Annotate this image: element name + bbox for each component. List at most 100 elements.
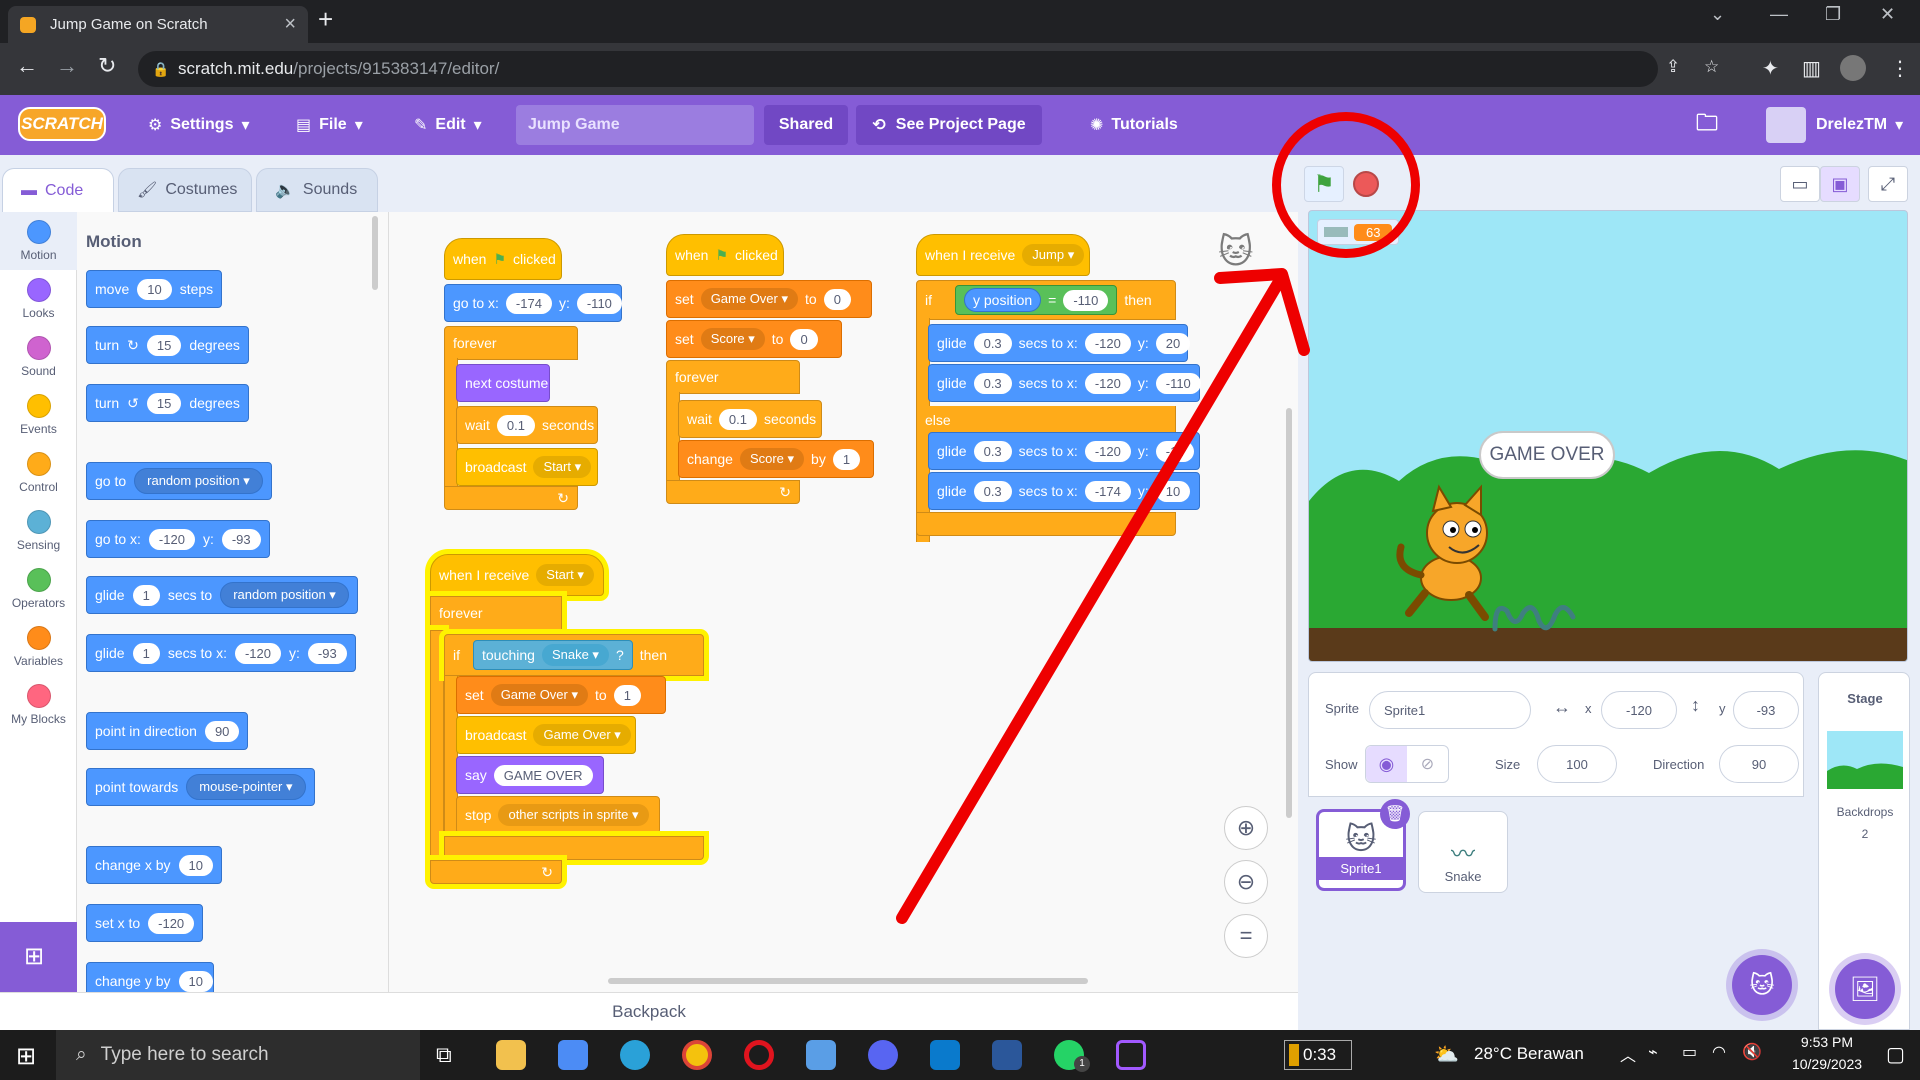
reload-icon[interactable]: ↻ <box>98 53 116 79</box>
block-input[interactable]: 10 <box>178 854 213 876</box>
block-go-to-xy[interactable]: go to x: -174 y: -110 <box>444 284 622 322</box>
block-input[interactable]: 1 <box>132 642 160 664</box>
backpack-bar[interactable]: Backpack <box>0 992 1298 1030</box>
snake-sprite[interactable] <box>1489 597 1579 637</box>
category-sensing[interactable]: Sensing <box>0 502 77 560</box>
stage-target-panel[interactable]: Stage Backdrops 2 🖼 <box>1818 672 1910 1030</box>
mail-icon[interactable] <box>806 1040 836 1070</box>
block-input[interactable]: 0.1 <box>718 408 757 430</box>
chrome-icon[interactable] <box>682 1040 712 1070</box>
block-dropdown[interactable]: Score ▾ <box>700 328 765 350</box>
task-view-icon[interactable]: ⧉ <box>436 1042 452 1068</box>
share-icon[interactable]: ⇪ <box>1666 57 1680 77</box>
hat-when-flag-clicked[interactable]: when ⚑ clicked <box>444 238 562 280</box>
block-forever[interactable]: forever <box>430 596 562 630</box>
close-tab-icon[interactable]: × <box>284 13 296 36</box>
block-set-variable[interactable]: set Game Over ▾ to 0 <box>666 280 872 318</box>
browser-tab[interactable]: Jump Game on Scratch × <box>8 6 308 43</box>
block-forever[interactable]: forever <box>444 326 578 360</box>
category-events[interactable]: Events <box>0 386 77 444</box>
block-input[interactable]: -174 <box>505 292 552 314</box>
weather-text[interactable]: 28°C Berawan <box>1474 1044 1584 1064</box>
block-dropdown[interactable]: mouse-pointer ▾ <box>186 774 306 800</box>
category-looks[interactable]: Looks <box>0 270 77 328</box>
block-broadcast[interactable]: broadcast Start ▾ <box>456 448 598 486</box>
block-turn-right[interactable]: turn ↻ 15 degrees <box>86 326 249 364</box>
battery-timer[interactable]: 0:33 <box>1284 1040 1352 1070</box>
category-operators[interactable]: Operators <box>0 560 77 618</box>
block-input[interactable]: -120 <box>148 912 195 934</box>
block-wait[interactable]: wait 0.1 seconds <box>678 400 822 438</box>
clock-time[interactable]: 9:53 PM <box>1782 1034 1872 1050</box>
block-dropdown[interactable]: Start ▾ <box>533 456 592 478</box>
tab-code[interactable]: ▬ Code <box>2 168 114 212</box>
scratch-logo[interactable]: SCRATCH <box>18 107 106 141</box>
block-input[interactable]: -120 <box>234 642 281 664</box>
tray-chevron-icon[interactable]: ︿ <box>1620 1042 1636 1066</box>
fullscreen-icon[interactable]: ⤢ <box>1868 166 1908 202</box>
block-dropdown[interactable]: Start ▾ <box>536 564 594 586</box>
block-if[interactable]: if touching Snake ▾ ? then <box>444 634 704 676</box>
block-change-y[interactable]: change y by 10 <box>86 962 214 992</box>
edit-menu[interactable]: ✎ Edit ▾ <box>414 95 482 155</box>
x-input[interactable]: -120 <box>1601 691 1677 729</box>
microsoft-store-icon[interactable] <box>558 1040 588 1070</box>
sensing-touching[interactable]: touching Snake ▾ ? <box>473 640 633 670</box>
block-input[interactable]: 15 <box>146 334 182 356</box>
block-input[interactable]: 0 <box>790 328 818 350</box>
shared-button[interactable]: Shared <box>764 105 848 145</box>
back-icon[interactable]: ← <box>16 53 38 79</box>
block-say[interactable]: say GAME OVER <box>456 756 604 794</box>
opera-icon[interactable] <box>744 1040 774 1070</box>
volume-muted-icon[interactable]: 🔇 <box>1742 1042 1762 1062</box>
bookmark-star-icon[interactable]: ☆ <box>1704 57 1719 77</box>
small-stage-icon[interactable]: ▭ <box>1780 166 1820 202</box>
eye-hidden-icon[interactable]: ⊘ <box>1407 746 1448 782</box>
tab-sounds[interactable]: 🔈 Sounds <box>256 168 378 212</box>
network-icon[interactable]: ⌁ <box>1648 1042 1658 1062</box>
block-glide-random[interactable]: glide 1 secs to random position ▾ <box>86 576 358 614</box>
see-project-page-button[interactable]: ⟲ See Project Page <box>856 105 1042 145</box>
notifications-icon[interactable]: ▢ <box>1886 1042 1905 1067</box>
category-my-blocks[interactable]: My Blocks <box>0 676 77 734</box>
add-sprite-icon[interactable]: 🐱 <box>1732 955 1792 1015</box>
block-point-in-direction[interactable]: point in direction 90 <box>86 712 249 750</box>
block-input[interactable]: 10 <box>137 278 172 300</box>
user-avatar[interactable] <box>1766 107 1806 143</box>
eye-visible-icon[interactable]: ◉ <box>1366 746 1407 782</box>
account-menu[interactable]: DrelezTM ▾ <box>1816 95 1903 155</box>
block-input[interactable]: GAME OVER <box>493 764 593 786</box>
close-window-icon[interactable]: ✕ <box>1880 4 1895 25</box>
hat-when-i-receive[interactable]: when I receive Start ▾ <box>430 554 604 596</box>
block-input[interactable]: -120 <box>148 528 195 550</box>
block-next-costume[interactable]: next costume <box>456 364 550 402</box>
battery-icon[interactable]: ▭ <box>1682 1042 1697 1062</box>
block-input[interactable]: 0 <box>823 288 851 310</box>
add-extension-button[interactable]: ⊞ <box>0 922 77 992</box>
block-input[interactable]: -93 <box>221 528 261 550</box>
block-change-variable[interactable]: change Score ▾ by 1 <box>678 440 874 478</box>
minimize-icon[interactable]: — <box>1770 4 1788 25</box>
file-explorer-icon[interactable] <box>496 1040 526 1070</box>
side-panel-icon[interactable]: ▥ <box>1802 56 1821 81</box>
block-input[interactable]: -110 <box>576 292 622 314</box>
category-variables[interactable]: Variables <box>0 618 77 676</box>
wifi-icon[interactable]: ◠ <box>1712 1042 1726 1062</box>
block-go-to[interactable]: go to random position ▾ <box>86 462 272 500</box>
block-broadcast[interactable]: broadcast Game Over ▾ <box>456 716 636 754</box>
tutorials-button[interactable]: ✺ Tutorials <box>1090 95 1178 155</box>
block-dropdown[interactable]: random position ▾ <box>134 468 263 494</box>
workspace-hscrollbar[interactable] <box>608 978 1088 984</box>
palette-scrollbar[interactable] <box>372 216 378 290</box>
vscode-icon[interactable] <box>930 1040 960 1070</box>
word-icon[interactable] <box>992 1040 1022 1070</box>
browser-menu-icon[interactable]: ⋮ <box>1890 56 1910 81</box>
figma-icon[interactable] <box>1116 1040 1146 1070</box>
extensions-icon[interactable]: ✦ <box>1762 56 1779 81</box>
block-input[interactable]: 10 <box>178 970 213 992</box>
block-dropdown[interactable]: other scripts in sprite ▾ <box>498 804 649 826</box>
stage-canvas[interactable]: 63 GAME OVER <box>1308 210 1908 662</box>
tab-search-icon[interactable]: ⌄ <box>1710 4 1725 25</box>
block-dropdown[interactable]: random position ▾ <box>220 582 349 608</box>
block-dropdown[interactable]: Score ▾ <box>739 448 805 470</box>
